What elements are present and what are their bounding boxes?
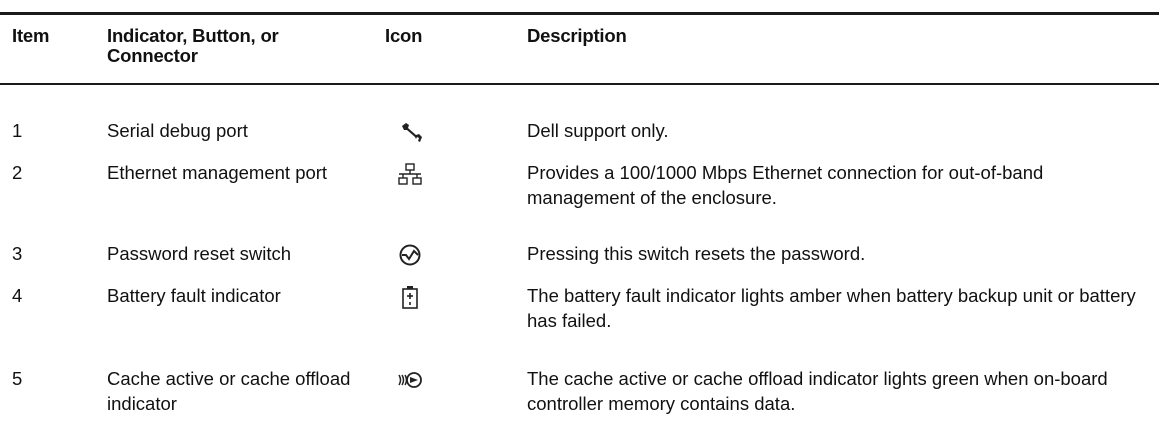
table-top-rule bbox=[0, 12, 1159, 15]
row-3-description: Pressing this switch resets the password… bbox=[527, 243, 866, 264]
row-3-name: Password reset switch bbox=[107, 243, 292, 264]
row-4-description: The battery fault indicator lights amber… bbox=[527, 285, 1136, 331]
row-1-item: 1 bbox=[12, 120, 23, 141]
cache-offload-icon bbox=[397, 367, 423, 393]
wrench-icon bbox=[399, 120, 425, 146]
network-icon bbox=[397, 162, 423, 188]
row-5-description: The cache active or cache offload indica… bbox=[527, 368, 1108, 414]
row-2-name: Ethernet management port bbox=[107, 162, 328, 183]
row-1-description: Dell support only. bbox=[527, 120, 669, 141]
row-5-item: 5 bbox=[12, 368, 23, 389]
header-indicator: Indicator, Button, or Connector bbox=[107, 25, 279, 66]
row-5-name: Cache active or cache offload indicator bbox=[107, 368, 351, 414]
row-1-name: Serial debug port bbox=[107, 120, 248, 141]
battery-icon bbox=[397, 284, 423, 310]
row-2-item: 2 bbox=[12, 162, 23, 183]
row-4-item: 4 bbox=[12, 285, 23, 306]
header-description: Description bbox=[527, 25, 627, 46]
row-3-item: 3 bbox=[12, 243, 23, 264]
table-header-rule bbox=[0, 83, 1159, 85]
row-2-description: Provides a 100/1000 Mbps Ethernet connec… bbox=[527, 162, 1044, 208]
header-icon: Icon bbox=[385, 25, 423, 46]
header-item: Item bbox=[12, 25, 50, 46]
row-4-name: Battery fault indicator bbox=[107, 285, 281, 306]
reset-switch-icon bbox=[397, 242, 423, 268]
